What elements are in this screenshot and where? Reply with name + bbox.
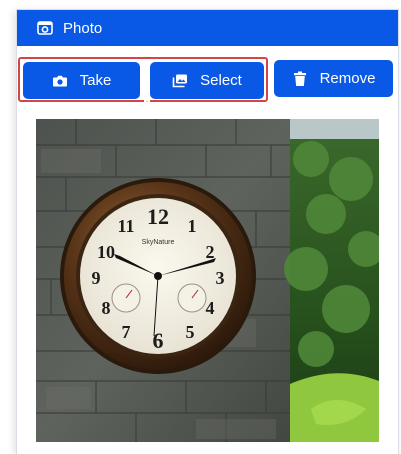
- panel-title: Photo: [63, 19, 103, 37]
- take-button[interactable]: Take: [23, 62, 140, 99]
- clock-brand: SkyNature: [142, 239, 175, 246]
- clock-numeral-12: 12: [147, 204, 169, 229]
- clock-numeral-9: 9: [92, 268, 101, 288]
- selected-photo: 12 1 2 3 4 5 6 7 8 9 10 11 SkyNature: [36, 119, 379, 442]
- clock-numeral-5: 5: [186, 322, 195, 342]
- camera-icon: [52, 73, 68, 89]
- clock-numeral-4: 4: [206, 298, 215, 318]
- clock-photo-image: 12 1 2 3 4 5 6 7 8 9 10 11 SkyNature: [36, 119, 379, 442]
- clock-numeral-7: 7: [122, 322, 131, 342]
- remove-button[interactable]: Remove: [274, 60, 393, 97]
- select-button[interactable]: Select: [150, 62, 264, 99]
- panel-header: Photo: [17, 10, 398, 46]
- clock-numeral-10: 10: [97, 242, 115, 262]
- image-gallery-icon: [172, 73, 188, 89]
- take-select-group: Take Select: [18, 57, 268, 103]
- trash-icon: [292, 71, 308, 87]
- remove-label: Remove: [319, 70, 376, 87]
- clock-numeral-8: 8: [102, 298, 111, 318]
- photo-toolbar: Take Select Remove: [17, 57, 398, 109]
- camera-frame-icon: [37, 20, 53, 36]
- clock-numeral-11: 11: [117, 216, 134, 236]
- take-label: Take: [79, 72, 112, 89]
- clock-numeral-1: 1: [188, 216, 197, 236]
- photo-panel: Photo Take Select Remove 12 1 2 3 4 5 6 …: [16, 9, 399, 454]
- clock-numeral-3: 3: [216, 268, 225, 288]
- select-label: Select: [200, 72, 242, 89]
